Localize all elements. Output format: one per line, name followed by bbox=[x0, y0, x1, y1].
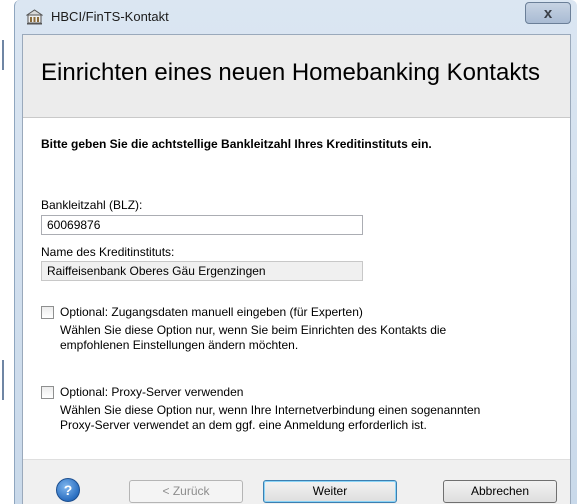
back-button: < Zurück bbox=[129, 480, 243, 503]
bank-name-label: Name des Kreditinstituts: bbox=[41, 245, 175, 259]
background-window-edge bbox=[2, 40, 4, 70]
background-window-edge bbox=[2, 360, 4, 400]
description-line: Wählen Sie diese Option nur, wenn Sie be… bbox=[60, 323, 447, 337]
dialog-window: HBCI/FinTS-Kontakt x Einrichten eines ne… bbox=[14, 0, 577, 504]
cancel-button[interactable]: Abbrechen bbox=[443, 480, 557, 503]
blz-label: Bankleitzahl (BLZ): bbox=[41, 198, 143, 212]
bank-name-field bbox=[41, 261, 363, 281]
close-button[interactable]: x bbox=[525, 2, 571, 24]
proxy-server-checkbox[interactable] bbox=[41, 386, 54, 399]
manual-credentials-label[interactable]: Optional: Zugangsdaten manuell eingeben … bbox=[60, 305, 363, 319]
help-button[interactable]: ? bbox=[56, 478, 80, 502]
close-icon: x bbox=[543, 5, 553, 22]
window-title: HBCI/FinTS-Kontakt bbox=[51, 9, 169, 24]
proxy-server-description: Wählen Sie diese Option nur, wenn Ihre I… bbox=[60, 403, 480, 433]
page-title: Einrichten eines neuen Homebanking Konta… bbox=[41, 59, 540, 86]
button-bar: ? < Zurück Weiter Abbrechen bbox=[23, 459, 570, 504]
description-line: empfohlenen Einstellungen ändern möchten… bbox=[60, 338, 299, 352]
manual-credentials-description: Wählen Sie diese Option nur, wenn Sie be… bbox=[60, 323, 446, 353]
help-icon: ? bbox=[63, 482, 73, 498]
description-line: Wählen Sie diese Option nur, wenn Ihre I… bbox=[60, 403, 481, 417]
bank-building-icon bbox=[26, 9, 43, 25]
title-bar[interactable]: HBCI/FinTS-Kontakt x bbox=[15, 0, 577, 34]
instruction-text: Bitte geben Sie die achtstellige Banklei… bbox=[41, 137, 432, 151]
blz-input[interactable] bbox=[41, 215, 363, 235]
description-line: Proxy-Server verwendet an dem ggf. eine … bbox=[60, 418, 427, 432]
next-button[interactable]: Weiter bbox=[263, 480, 397, 503]
proxy-server-label[interactable]: Optional: Proxy-Server verwenden bbox=[60, 385, 243, 399]
dialog-content: Einrichten eines neuen Homebanking Konta… bbox=[22, 34, 571, 504]
manual-credentials-checkbox[interactable] bbox=[41, 306, 54, 319]
header-band: Einrichten eines neuen Homebanking Konta… bbox=[23, 35, 570, 118]
